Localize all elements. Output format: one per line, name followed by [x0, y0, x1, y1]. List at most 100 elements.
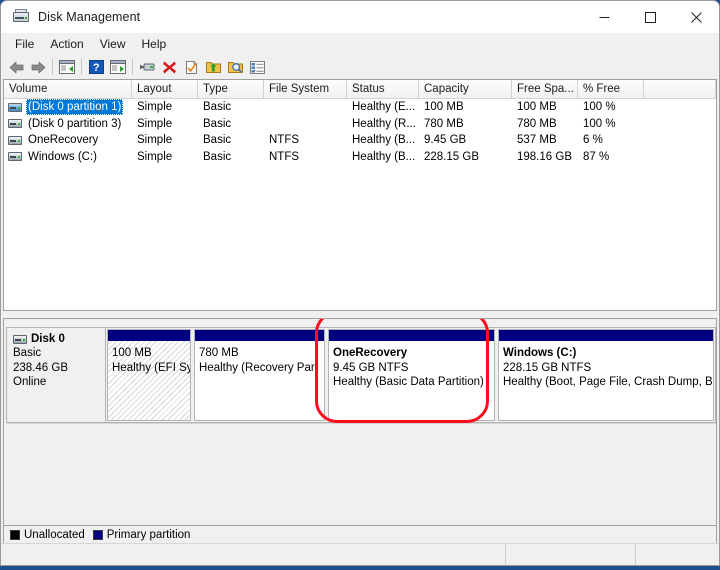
column-header-free-space[interactable]: Free Spa... — [512, 80, 578, 98]
legend-label-unallocated: Unallocated — [24, 528, 85, 541]
column-header-type[interactable]: Type — [198, 80, 264, 98]
cell-layout: Simple — [137, 101, 173, 114]
minimize-button[interactable] — [581, 1, 627, 33]
volume-list[interactable]: Volume Layout Type File System Status Ca… — [3, 79, 717, 311]
partition-size: 9.45 GB NTFS — [333, 361, 409, 374]
forward-arrow-icon[interactable] — [27, 56, 49, 78]
legend: Unallocated Primary partition — [3, 525, 717, 543]
back-arrow-icon[interactable] — [5, 56, 27, 78]
volume-name: (Disk 0 partition 1) — [26, 99, 124, 116]
drive-icon — [13, 334, 27, 344]
toolbar-separator — [52, 59, 53, 75]
show-hide-console-tree-icon[interactable] — [107, 56, 129, 78]
toolbar-separator — [132, 59, 133, 75]
pane-splitter[interactable] — [3, 311, 717, 318]
disk-management-window: Disk Management File Action View Help ? … — [0, 0, 720, 566]
volume-list-body: (Disk 0 partition 1) Simple Basic Health… — [4, 99, 716, 165]
column-header-filler[interactable] — [644, 80, 716, 98]
volume-list-header: Volume Layout Type File System Status Ca… — [4, 80, 716, 99]
export-list-icon[interactable] — [202, 56, 224, 78]
disk-drive-icon — [13, 9, 29, 25]
content-area: Volume Layout Type File System Status Ca… — [1, 79, 719, 543]
disk-type: Basic — [13, 347, 42, 359]
status-bar — [1, 543, 719, 565]
column-header-file-system[interactable]: File System — [264, 80, 347, 98]
cell-percent-free: 100 % — [583, 117, 616, 130]
disk-0-row: Disk 0 Basic 238.46 GB Online 100 MB Hea… — [6, 327, 716, 423]
window-title: Disk Management — [38, 10, 141, 24]
disk-status: Online — [13, 376, 47, 388]
legend-item-primary-partition: Primary partition — [92, 528, 191, 541]
partition-color-bar — [499, 330, 713, 341]
partition-details: Windows (C:) 228.15 GB NTFS Healthy (Boo… — [499, 341, 713, 420]
partition-health: Healthy (EFI Sy — [112, 361, 190, 374]
table-row[interactable]: (Disk 0 partition 1) Simple Basic Health… — [4, 99, 716, 116]
cell-type: Basic — [203, 101, 232, 114]
disk-info-panel[interactable]: Disk 0 Basic 238.46 GB Online — [6, 327, 106, 423]
cell-type: Basic — [203, 134, 232, 147]
properties-icon[interactable] — [136, 56, 158, 78]
cell-capacity: 228.15 GB — [424, 150, 479, 163]
cell-free-space: 537 MB — [517, 134, 557, 147]
table-row[interactable]: Windows (C:) Simple Basic NTFS Healthy (… — [4, 149, 716, 166]
legend-item-unallocated: Unallocated — [10, 529, 85, 541]
table-row[interactable]: OneRecovery Simple Basic NTFS Healthy (B… — [4, 132, 716, 149]
disk-name: Disk 0 — [31, 333, 65, 345]
column-header-percent-free[interactable]: % Free — [578, 80, 644, 98]
cell-status: Healthy (B... — [352, 150, 416, 163]
close-button[interactable] — [673, 1, 719, 33]
cell-capacity: 9.45 GB — [424, 134, 467, 147]
volume-name: OneRecovery — [28, 134, 99, 147]
details-icon[interactable] — [246, 56, 268, 78]
menu-action[interactable]: Action — [42, 34, 91, 54]
partition-health: Healthy (Basic Data Partition) — [333, 376, 484, 388]
refresh-icon[interactable] — [180, 56, 202, 78]
partition-efi[interactable]: 100 MB Healthy (EFI Sy — [107, 329, 191, 421]
cell-file-system: NTFS — [269, 134, 300, 147]
up-one-level-icon[interactable] — [56, 56, 78, 78]
cell-layout: Simple — [137, 150, 173, 163]
drive-icon — [8, 119, 22, 129]
table-row[interactable]: (Disk 0 partition 3) Simple Basic Health… — [4, 116, 716, 133]
menu-view[interactable]: View — [92, 34, 134, 54]
partition-size: 780 MB — [199, 347, 239, 359]
partition-health: Healthy (Recovery Par — [199, 361, 315, 374]
disk-title: Disk 0 — [13, 333, 105, 345]
status-section-middle — [506, 544, 636, 565]
partition-details: 100 MB Healthy (EFI Sy — [108, 341, 190, 420]
legend-label-primary-partition: Primary partition — [106, 528, 191, 541]
partition-recovery[interactable]: 780 MB Healthy (Recovery Par — [194, 329, 325, 421]
cell-status: Healthy (R... — [352, 117, 416, 130]
menu-help[interactable]: Help — [134, 34, 175, 54]
partition-onerecovery[interactable]: OneRecovery 9.45 GB NTFS Healthy (Basic … — [328, 329, 495, 421]
menu-file[interactable]: File — [7, 34, 42, 54]
partition-details: OneRecovery 9.45 GB NTFS Healthy (Basic … — [329, 341, 494, 420]
cell-type: Basic — [203, 150, 232, 163]
find-icon[interactable] — [224, 56, 246, 78]
legend-swatch-primary-partition — [92, 529, 103, 540]
partition-color-bar — [108, 330, 190, 341]
help-icon[interactable]: ? — [85, 56, 107, 78]
partition-label: Windows (C:) — [503, 347, 577, 359]
cell-layout: Simple — [137, 117, 173, 130]
maximize-button[interactable] — [627, 1, 673, 33]
title-bar[interactable]: Disk Management — [1, 1, 719, 33]
cell-type: Basic — [203, 117, 232, 130]
cell-capacity: 780 MB — [424, 117, 464, 130]
delete-icon[interactable] — [158, 56, 180, 78]
column-header-volume[interactable]: Volume — [4, 80, 132, 98]
toolbar: ? — [1, 55, 719, 79]
partition-windows-c[interactable]: Windows (C:) 228.15 GB NTFS Healthy (Boo… — [498, 329, 714, 421]
column-header-layout[interactable]: Layout — [132, 80, 198, 98]
cell-layout: Simple — [137, 134, 173, 147]
cell-status: Healthy (E... — [352, 101, 416, 114]
menu-bar: File Action View Help — [1, 33, 719, 55]
partition-color-bar — [329, 330, 494, 341]
cell-percent-free: 87 % — [583, 150, 610, 163]
cell-percent-free: 6 % — [583, 134, 603, 147]
column-header-status[interactable]: Status — [347, 80, 419, 98]
status-section-main — [1, 544, 506, 565]
cell-free-space: 100 MB — [517, 101, 557, 114]
column-header-capacity[interactable]: Capacity — [419, 80, 512, 98]
graphical-view: Disk 0 Basic 238.46 GB Online 100 MB Hea… — [3, 318, 717, 525]
